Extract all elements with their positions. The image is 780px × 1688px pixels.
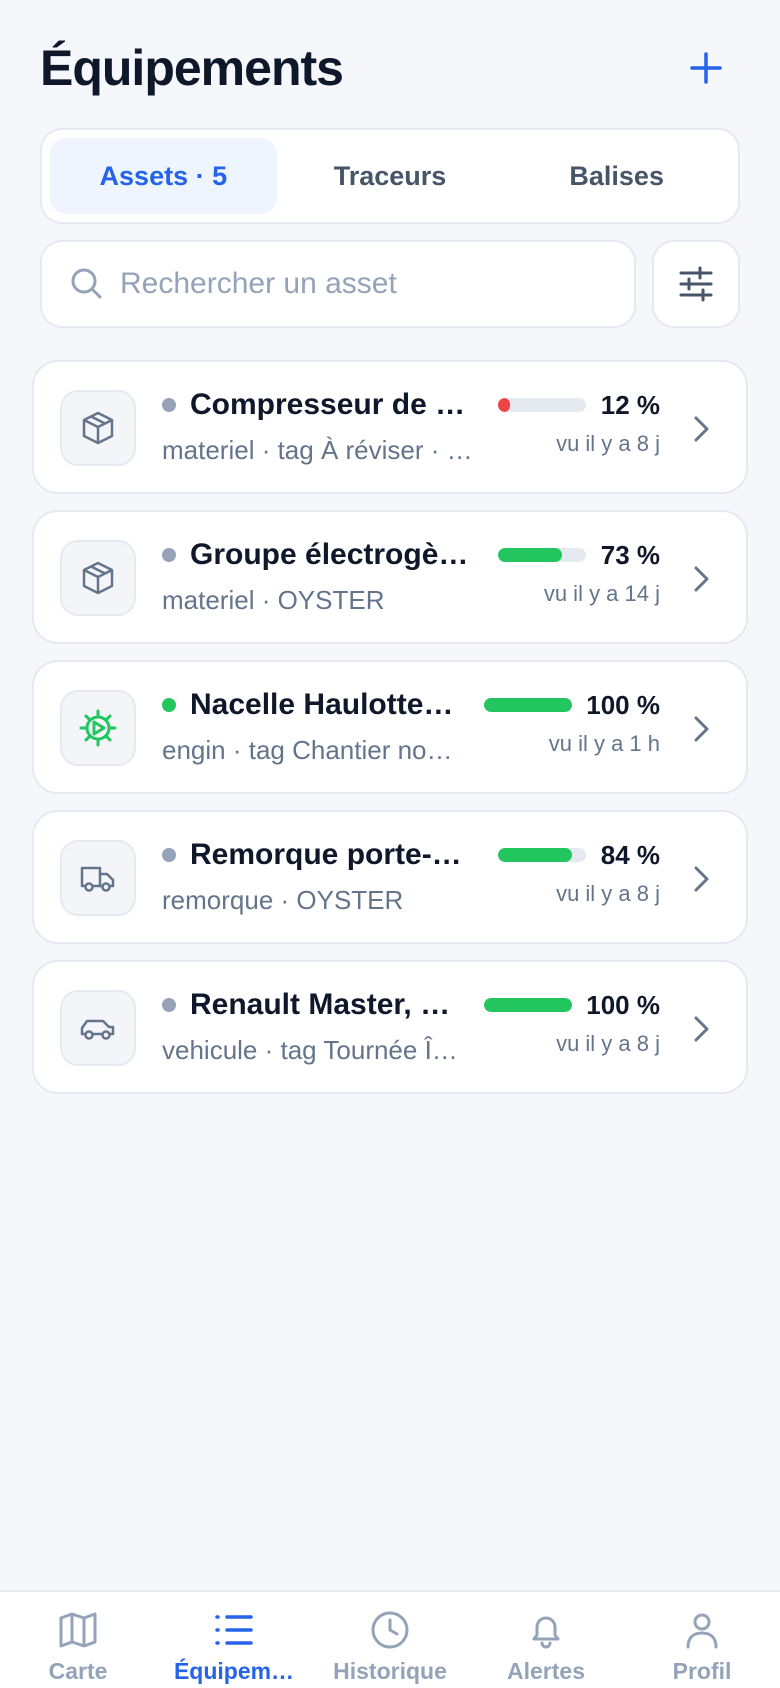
map-icon (59, 1612, 97, 1648)
plus-icon (690, 52, 722, 84)
asset-card[interactable]: Groupe électrogè… materiel · OYSTER 73 %… (32, 510, 748, 644)
nav-alertes[interactable]: Alertes (468, 1592, 624, 1688)
tab-traceurs[interactable]: Traceurs (277, 138, 504, 214)
asset-thumb (60, 540, 136, 616)
battery-bar (484, 998, 572, 1012)
status-dot (162, 398, 176, 412)
asset-thumb (60, 990, 136, 1066)
filter-button[interactable] (652, 240, 740, 328)
battery-bar (498, 548, 586, 562)
nav-label: Alertes (507, 1658, 585, 1684)
asset-thumb (60, 690, 136, 766)
bell-icon (532, 1616, 560, 1649)
user-icon (686, 1613, 718, 1649)
status-dot (162, 548, 176, 562)
asset-meta: vehicule · tag Tournée Î… (162, 1035, 458, 1065)
box-icon (82, 411, 114, 445)
asset-name: Compresseur de … (190, 388, 466, 421)
search-input[interactable]: Rechercher un asset (40, 240, 636, 328)
battery-bar-fill (498, 548, 563, 562)
nav-label: Historique (333, 1658, 447, 1684)
asset-meta: materiel · tag À réviser · … (162, 435, 473, 465)
battery-bar-fill (498, 398, 510, 412)
bottom-nav: Carte Équipem… Historique Alertes Profil (0, 1590, 780, 1688)
nav-carte[interactable]: Carte (0, 1592, 156, 1688)
battery-percent: 12 % (600, 390, 660, 420)
battery-bar (484, 698, 572, 712)
battery-bar (498, 398, 586, 412)
asset-card[interactable]: Renault Master, … vehicule · tag Tournée… (32, 960, 748, 1094)
nav-label: Carte (48, 1658, 108, 1684)
battery-percent: 100 % (586, 690, 660, 720)
asset-meta: engin · tag Chantier no… (162, 735, 453, 765)
asset-name: Groupe électrogè… (190, 538, 469, 571)
battery-bar-fill (484, 698, 572, 712)
last-seen: vu il y a 8 j (556, 881, 660, 906)
truck-icon (80, 866, 115, 892)
last-seen: vu il y a 1 h (548, 731, 660, 756)
equipment-screen: Équipements Assets · 5 Traceurs Balises … (0, 0, 780, 1688)
list-icon (215, 1615, 253, 1645)
nav-label: Profil (672, 1658, 732, 1684)
last-seen: vu il y a 14 j (543, 581, 660, 606)
car-icon (80, 1019, 115, 1040)
status-dot (162, 998, 176, 1012)
add-asset-button[interactable] (682, 44, 730, 92)
box-icon (82, 561, 114, 595)
chevron-right-icon (694, 866, 709, 892)
tab-balises[interactable]: Balises (503, 138, 730, 214)
battery-percent: 100 % (586, 990, 660, 1020)
page-title: Équipements (40, 40, 344, 96)
status-dot (162, 848, 176, 862)
asset-meta: materiel · OYSTER (162, 585, 385, 615)
chevron-right-icon (694, 1016, 709, 1042)
asset-card[interactable]: Compresseur de … materiel · tag À révise… (32, 360, 748, 494)
battery-percent: 73 % (600, 540, 660, 570)
asset-thumb (60, 390, 136, 466)
nav-label: Équipem… (173, 1658, 295, 1684)
asset-list: Compresseur de … materiel · tag À révise… (32, 360, 748, 1110)
asset-card[interactable]: Remorque porte-… remorque · OYSTER 84 % … (32, 810, 748, 944)
chevron-right-icon (694, 566, 709, 592)
asset-name: Renault Master, … (190, 988, 451, 1021)
gear-icon (79, 709, 117, 747)
nav-profil[interactable]: Profil (624, 1592, 780, 1688)
last-seen: vu il y a 8 j (556, 431, 660, 456)
search-placeholder: Rechercher un asset (120, 267, 397, 300)
asset-type-tabs: Assets · 5 Traceurs Balises (40, 128, 740, 224)
last-seen: vu il y a 8 j (556, 1031, 660, 1056)
asset-card[interactable]: Nacelle Haulotte… engin · tag Chantier n… (32, 660, 748, 794)
header: Équipements (40, 38, 740, 98)
tab-assets[interactable]: Assets · 5 (50, 138, 277, 214)
status-dot (162, 698, 176, 712)
clock-icon (371, 1611, 409, 1649)
search-icon (71, 268, 102, 299)
chevron-right-icon (694, 416, 709, 442)
battery-bar (498, 848, 586, 862)
nav-equipements[interactable]: Équipem… (156, 1592, 312, 1688)
asset-thumb (60, 840, 136, 916)
nav-historique[interactable]: Historique (312, 1592, 468, 1688)
battery-bar-fill (484, 998, 572, 1012)
chevron-right-icon (694, 716, 709, 742)
battery-percent: 84 % (600, 840, 660, 870)
battery-bar-fill (498, 848, 572, 862)
asset-name: Remorque porte-… (190, 838, 462, 871)
asset-name: Nacelle Haulotte… (190, 688, 454, 721)
asset-meta: remorque · OYSTER (162, 885, 404, 915)
sliders-icon (679, 266, 713, 302)
